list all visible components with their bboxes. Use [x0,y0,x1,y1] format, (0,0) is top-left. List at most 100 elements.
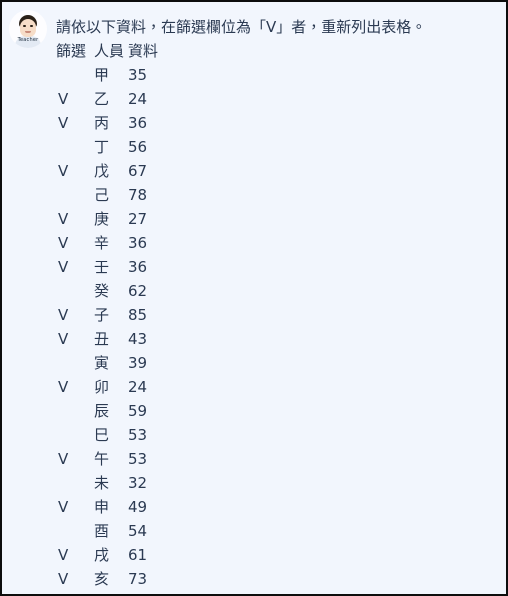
cell-filter [56,279,94,303]
cell-filter [56,399,94,423]
avatar-eye-left [23,25,26,27]
cell-data: 43 [128,330,148,348]
cell-person: 甲 [94,66,110,84]
table-row: V 乙 24 [56,87,188,111]
cell-filter [56,135,94,159]
cell-filter [56,351,94,375]
avatar-label: Teacher [17,37,39,43]
cell-filter: V [58,258,69,276]
table-row: V 子 85 [56,303,188,327]
table-row: 己 78 [56,183,188,207]
cell-filter: V [58,378,69,396]
table-row: V 亥 73 [56,567,188,591]
cell-person: 庚 [94,210,110,228]
cell-filter: V [58,330,69,348]
cell-filter: V [58,306,69,324]
cell-person: 戊 [94,162,110,180]
table-row: V 戌 61 [56,543,188,567]
cell-data: 36 [128,114,148,132]
cell-filter: V [58,210,69,228]
table-row: 巳 53 [56,423,188,447]
cell-filter: V [58,570,69,588]
avatar: Teacher [9,10,47,48]
table-row: V 丙 36 [56,111,188,135]
cell-data: 85 [128,306,148,324]
cell-person: 未 [94,474,110,492]
table-row: V 申 49 [56,495,188,519]
data-table-body: 篩選 人員 資料 甲 35 V 乙 24 V 丙 36 丁 56 V 戊 67 … [56,39,188,591]
cell-filter: V [58,234,69,252]
cell-person: 午 [94,450,110,468]
avatar-face-shape [20,19,36,37]
cell-person: 乙 [94,90,110,108]
cell-data: 24 [128,90,148,108]
table-row: 甲 35 [56,63,188,87]
cell-data: 24 [128,378,148,396]
cell-data: 32 [128,474,148,492]
table-row: 酉 54 [56,519,188,543]
cell-person: 辛 [94,234,110,252]
cell-data: 56 [128,138,148,156]
cell-filter [56,471,94,495]
cell-person: 申 [94,498,110,516]
prompt-text: 請依以下資料，在篩選欄位為「V」者，重新列出表格。 [56,18,427,36]
table-row: 丁 56 [56,135,188,159]
cell-filter: V [58,90,69,108]
user-avatar-icon: Teacher [9,10,47,48]
cell-data: 36 [128,258,148,276]
cell-person: 丙 [94,114,110,132]
cell-filter [56,183,94,207]
cell-filter [56,519,94,543]
table-row: 未 32 [56,471,188,495]
table-row: V 午 53 [56,447,188,471]
avatar-eye-right [30,25,33,27]
data-table: 篩選 人員 資料 甲 35 V 乙 24 V 丙 36 丁 56 V 戊 67 … [56,39,188,591]
cell-filter: V [58,450,69,468]
column-header-filter: 篩選 [56,42,87,60]
cell-person: 寅 [94,354,110,372]
table-row: 辰 59 [56,399,188,423]
cell-person: 巳 [94,426,110,444]
message-content: 請依以下資料，在篩選欄位為「V」者，重新列出表格。 篩選 人員 資料 甲 35 … [56,16,498,591]
table-row: V 戊 67 [56,159,188,183]
cell-data: 27 [128,210,148,228]
cell-person: 戌 [94,546,110,564]
cell-person: 辰 [94,402,110,420]
cell-person: 亥 [94,570,110,588]
cell-data: 39 [128,354,148,372]
cell-filter: V [58,546,69,564]
cell-filter [56,63,94,87]
cell-filter [56,423,94,447]
table-row: 癸 62 [56,279,188,303]
cell-person: 己 [94,186,110,204]
cell-person: 子 [94,306,110,324]
cell-data: 59 [128,402,148,420]
cell-filter: V [58,162,69,180]
cell-person: 卯 [94,378,110,396]
column-header-data: 資料 [128,42,159,60]
cell-data: 36 [128,234,148,252]
cell-data: 49 [128,498,148,516]
cell-person: 酉 [94,522,110,540]
table-row: 寅 39 [56,351,188,375]
table-row: V 壬 36 [56,255,188,279]
table-row: V 庚 27 [56,207,188,231]
column-header-person: 人員 [94,42,125,60]
table-row: V 辛 36 [56,231,188,255]
cell-person: 丁 [94,138,110,156]
cell-data: 53 [128,426,148,444]
cell-data: 62 [128,282,148,300]
cell-data: 67 [128,162,148,180]
cell-data: 35 [128,66,148,84]
cell-data: 54 [128,522,148,540]
message-panel: Teacher 請依以下資料，在篩選欄位為「V」者，重新列出表格。 篩選 人員 … [0,0,508,596]
table-row: V 丑 43 [56,327,188,351]
cell-person: 丑 [94,330,110,348]
table-row: V 卯 24 [56,375,188,399]
cell-data: 73 [128,570,148,588]
cell-person: 癸 [94,282,110,300]
cell-data: 61 [128,546,148,564]
cell-filter: V [58,498,69,516]
cell-person: 壬 [94,258,110,276]
cell-data: 78 [128,186,148,204]
